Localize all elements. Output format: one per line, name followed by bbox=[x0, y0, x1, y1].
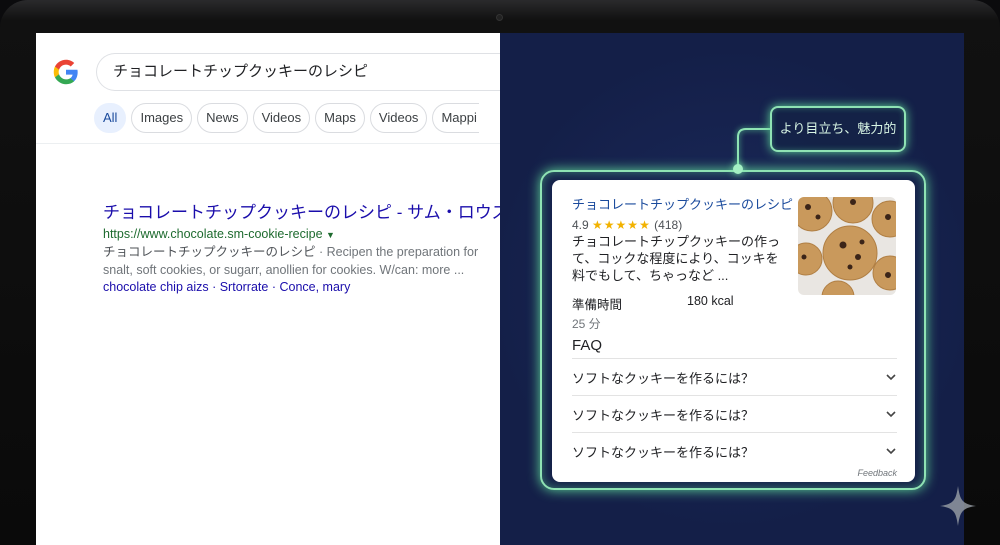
tab-mapping[interactable]: Mappi bbox=[432, 103, 479, 133]
tab-videos-2[interactable]: Videos bbox=[369, 103, 428, 133]
caret-down-icon[interactable]: ▼ bbox=[326, 230, 335, 240]
feedback-link[interactable]: Feedback bbox=[857, 468, 897, 478]
camera bbox=[496, 14, 503, 21]
rich-result-card: チョコレートチップクッキーのレシピ 4.9 ★★★★★ (418) チョコレート… bbox=[552, 180, 915, 482]
result-sitelinks[interactable]: chocolate chip aizs · Srtorrate · Conce,… bbox=[103, 280, 493, 294]
highlight-panel: より目立ち、魅力的 チョコレートチップクッキーのレシピ 4.9 ★★★★★ (4… bbox=[500, 33, 964, 545]
star-rating-icon: ★★★★★ bbox=[592, 218, 651, 232]
google-logo-icon bbox=[53, 59, 78, 85]
tab-news[interactable]: News bbox=[197, 103, 248, 133]
search-result: チョコレートチップクッキーのレシピ - サム・ロウズ https://www.c… bbox=[103, 198, 500, 294]
faq-item[interactable]: ソフトなクッキーを作るには？ bbox=[572, 358, 897, 395]
faq-item[interactable]: ソフトなクッキーを作るには？ bbox=[572, 395, 897, 432]
tab-all[interactable]: All bbox=[94, 103, 127, 133]
chevron-down-icon bbox=[886, 374, 896, 381]
recipe-meta: 準備時間 25 分 180 kcal bbox=[572, 294, 897, 332]
result-url-text: https://www.chocolate.sm-cookie-recipe bbox=[103, 227, 323, 241]
faq-heading: FAQ bbox=[572, 337, 603, 354]
divider bbox=[36, 143, 500, 144]
chevron-down-icon bbox=[886, 448, 896, 455]
callout-label: より目立ち、魅力的 bbox=[770, 106, 906, 152]
faq-item[interactable]: ソフトなクッキーを作るには？ bbox=[572, 432, 897, 469]
faq-question: ソフトなクッキーを作るには？ bbox=[572, 370, 755, 386]
search-results-page: チョコレートチップクッキーのレシピ All Images News Videos… bbox=[36, 33, 500, 545]
tab-images[interactable]: Images bbox=[131, 103, 193, 133]
faq-question: ソフトなクッキーを作るには？ bbox=[572, 444, 755, 460]
result-title-link[interactable]: チョコレートチップクッキーのレシピ - サム・ロウズ bbox=[103, 198, 500, 223]
prep-time-label: 準備時間 bbox=[572, 298, 623, 312]
tab-maps[interactable]: Maps bbox=[315, 103, 365, 133]
chevron-down-icon bbox=[886, 411, 896, 418]
faq-question: ソフトなクッキーを作るには？ bbox=[572, 407, 755, 423]
prep-time-value: 25 分 bbox=[572, 317, 601, 331]
cookie-image bbox=[798, 197, 896, 295]
rich-description: チョコレートチップクッキーの作って、コックな程度により、コッキを料でもして、ちゃ… bbox=[572, 234, 781, 283]
rich-title-link[interactable]: チョコレートチップクッキーのレシピ bbox=[572, 194, 793, 213]
search-input[interactable]: チョコレートチップクッキーのレシピ bbox=[96, 53, 500, 91]
rating-value: 4.9 bbox=[572, 218, 589, 232]
calories: 180 kcal bbox=[687, 294, 734, 308]
result-url[interactable]: https://www.chocolate.sm-cookie-recipe ▼ bbox=[103, 227, 493, 241]
snippet-bold: チョコレートチップクッキーのレシピ bbox=[103, 245, 316, 259]
search-tabs: All Images News Videos Maps Videos Mappi bbox=[94, 103, 479, 133]
result-snippet: チョコレートチップクッキーのレシピ · Recipen the preparat… bbox=[103, 243, 493, 279]
tab-videos[interactable]: Videos bbox=[252, 103, 311, 133]
connector-dot bbox=[733, 164, 743, 174]
sparkle-icon bbox=[940, 486, 976, 526]
review-count: (418) bbox=[654, 218, 683, 232]
